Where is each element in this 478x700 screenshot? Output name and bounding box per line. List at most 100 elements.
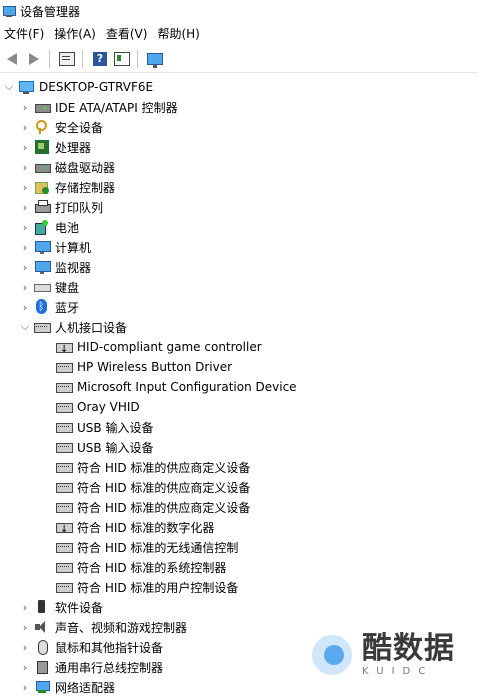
chevron-right-icon[interactable]: › — [18, 177, 32, 197]
tree-device-label: 符合 HID 标准的供应商定义设备 — [77, 480, 251, 495]
properties-button[interactable] — [57, 49, 77, 69]
tree-root[interactable]: ⌵ DESKTOP-GTRVF6E — [2, 77, 153, 97]
tree-category-security[interactable]: › 安全设备 — [18, 117, 103, 137]
tree-device-item[interactable]: HP Wireless Button Driver — [40, 357, 232, 377]
watermark-logo-icon — [310, 631, 358, 679]
forward-button[interactable] — [24, 49, 44, 69]
chevron-right-icon[interactable]: › — [18, 617, 32, 637]
tree-category-bluetooth[interactable]: › 蓝牙 — [18, 297, 79, 317]
chevron-right-icon[interactable]: › — [18, 277, 32, 297]
chevron-right-icon[interactable]: › — [18, 677, 32, 697]
chevron-right-icon[interactable]: › — [18, 657, 32, 677]
tree-category-software[interactable]: › 软件设备 — [18, 597, 103, 617]
chevron-right-icon[interactable]: › — [18, 197, 32, 217]
chevron-right-icon[interactable]: › — [18, 297, 32, 317]
tree-category-audio[interactable]: › 声音、视频和游戏控制器 — [18, 617, 187, 637]
toolbar-separator — [137, 50, 138, 68]
tree-device-label: 符合 HID 标准的用户控制设备 — [77, 580, 239, 595]
tree-category-label: 处理器 — [55, 140, 92, 155]
tree-category-mouse[interactable]: › 鼠标和其他指针设备 — [18, 637, 163, 657]
tree-category-storage[interactable]: › 存储控制器 — [18, 177, 115, 197]
tree-category-label: 通用串行总线控制器 — [55, 660, 164, 675]
tree-device-item[interactable]: Microsoft Input Configuration Device — [40, 377, 297, 397]
tree-device-item[interactable]: USB 输入设备 — [40, 437, 153, 457]
tree-device-item[interactable]: HID-compliant game controller — [40, 337, 262, 357]
chevron-right-icon[interactable]: › — [18, 597, 32, 617]
tree-device-item[interactable]: 符合 HID 标准的供应商定义设备 — [40, 457, 250, 477]
tree-category-label: 网络适配器 — [55, 680, 116, 695]
menu-action[interactable]: 操作(A) — [50, 24, 102, 44]
toolbar-separator — [49, 50, 50, 68]
scan-hardware-button[interactable] — [145, 49, 165, 69]
processor-icon — [34, 139, 50, 155]
tree-device-item[interactable]: 符合 HID 标准的供应商定义设备 — [40, 497, 250, 517]
tree-category-label: 打印队列 — [55, 200, 104, 215]
tree-category-label: 安全设备 — [55, 120, 104, 135]
tree-device-item[interactable]: 符合 HID 标准的用户控制设备 — [40, 577, 238, 597]
computer-icon — [18, 79, 34, 95]
hid-device-icon — [56, 539, 73, 555]
tree-category-usb[interactable]: › 通用串行总线控制器 — [18, 657, 163, 677]
chevron-right-icon[interactable]: › — [18, 157, 32, 177]
hid-device-icon — [56, 419, 73, 435]
tree-device-item[interactable]: 符合 HID 标准的数字化器 — [40, 517, 214, 537]
tree-category-processor[interactable]: › 处理器 — [18, 137, 91, 157]
chevron-right-icon[interactable]: › — [18, 237, 32, 257]
tree-category-keyboard[interactable]: › 键盘 — [18, 277, 79, 297]
help-button[interactable]: ? — [90, 49, 110, 69]
monitor-icon — [34, 259, 51, 275]
tree-device-item[interactable]: USB 输入设备 — [40, 417, 153, 437]
tree-device-label: USB 输入设备 — [77, 420, 154, 435]
tree-category-ide[interactable]: › IDE ATA/ATAPI 控制器 — [18, 97, 178, 117]
chevron-right-icon[interactable]: › — [18, 117, 32, 137]
computer-icon — [34, 239, 51, 255]
storage-controller-icon — [34, 179, 50, 195]
view-button[interactable] — [112, 49, 132, 69]
tree-device-item[interactable]: 符合 HID 标准的供应商定义设备 — [40, 477, 250, 497]
bluetooth-icon — [34, 299, 50, 315]
arrow-left-icon — [7, 53, 17, 65]
usb-icon — [34, 659, 50, 675]
chevron-down-icon[interactable]: ⌵ — [2, 77, 16, 97]
chevron-right-icon[interactable]: › — [18, 137, 32, 157]
tree-category-network[interactable]: › 网络适配器 — [18, 677, 115, 697]
tree-category-hid[interactable]: ⌵ 人机接口设备 — [18, 317, 127, 337]
tree-category-battery[interactable]: › 电池 — [18, 217, 79, 237]
mouse-icon — [34, 639, 50, 655]
tree-device-item[interactable]: 符合 HID 标准的系统控制器 — [40, 557, 226, 577]
back-button[interactable] — [2, 49, 22, 69]
tree-category-print-queue[interactable]: › 打印队列 — [18, 197, 103, 217]
chevron-right-icon[interactable]: › — [18, 217, 32, 237]
toolbar: ? — [0, 46, 478, 73]
menu-view[interactable]: 查看(V) — [102, 24, 154, 44]
tree-device-item[interactable]: Oray VHID — [40, 397, 140, 417]
tree-device-item[interactable]: 符合 HID 标准的无线通信控制 — [40, 537, 238, 557]
tree-category-label: 监视器 — [55, 260, 92, 275]
tree-device-label: HP Wireless Button Driver — [77, 360, 233, 374]
chevron-right-icon[interactable]: › — [18, 97, 32, 117]
tree-category-label: 人机接口设备 — [55, 320, 128, 335]
tree-category-monitor[interactable]: › 监视器 — [18, 257, 91, 277]
menu-file[interactable]: 文件(F) — [0, 24, 50, 44]
chevron-right-icon[interactable]: › — [18, 257, 32, 277]
tree-category-label: 键盘 — [55, 280, 80, 295]
chevron-right-icon[interactable]: › — [18, 637, 32, 657]
hid-device-icon — [56, 499, 73, 515]
tree-category-label: 电池 — [55, 220, 80, 235]
ide-controller-icon — [34, 99, 51, 115]
software-device-icon — [34, 599, 50, 615]
disk-drive-icon — [34, 159, 51, 175]
menu-help[interactable]: 帮助(H) — [153, 24, 205, 44]
chevron-down-icon[interactable]: ⌵ — [18, 317, 32, 337]
keyboard-icon — [34, 279, 51, 295]
tree-category-disk[interactable]: › 磁盘驱动器 — [18, 157, 115, 177]
tree-category-computer[interactable]: › 计算机 — [18, 237, 91, 257]
